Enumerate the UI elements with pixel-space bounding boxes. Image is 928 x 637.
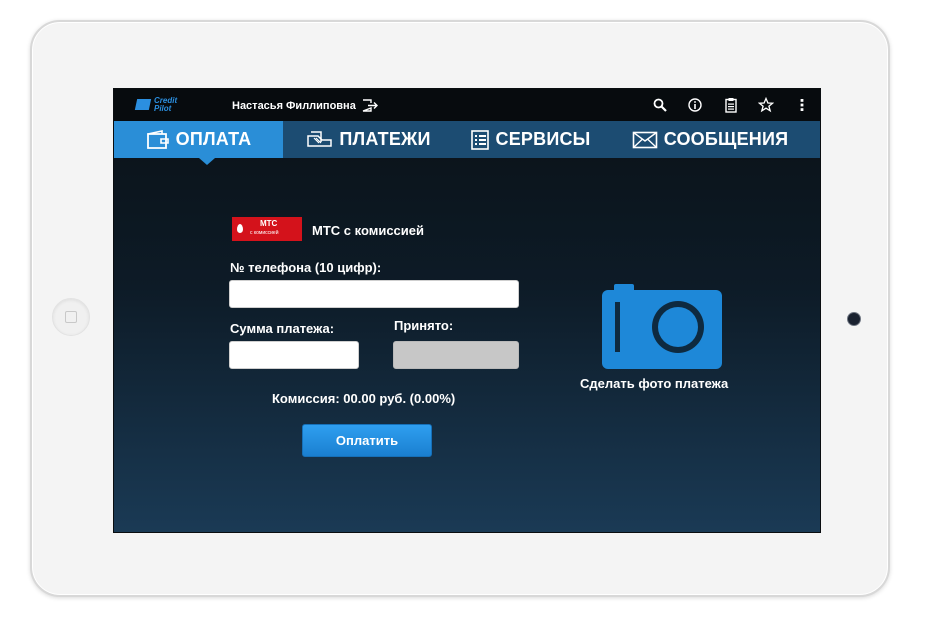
logo-mark (134, 99, 152, 110)
tab-payment-label: ОПЛАТА (175, 129, 252, 149)
photo-label: Сделать фото платежа (580, 376, 729, 391)
operator-logo: МТС с комиссией (232, 217, 302, 241)
overflow-menu-icon[interactable] (794, 97, 810, 113)
clipboard-icon[interactable] (723, 97, 739, 113)
logo-text: Credit Pilot (154, 97, 177, 113)
info-icon[interactable] (687, 97, 703, 113)
tab-services-label: СЕРВИСЫ (495, 129, 591, 149)
amount-input[interactable] (229, 341, 359, 369)
tab-messages[interactable]: СООБЩЕНИЯ (605, 121, 815, 158)
commission-text: Комиссия: 00.00 руб. (0.00%) (272, 391, 456, 406)
tab-payments-label: ПЛАТЕЖИ (339, 129, 431, 149)
operator-title: МТС с комиссией (312, 223, 424, 238)
logo-text-line2: Pilot (154, 104, 172, 113)
amount-label: Сумма платежа: (230, 321, 335, 336)
operator-logo-sub: с комиссией (250, 230, 279, 236)
wallet-icon (146, 129, 169, 149)
front-camera (847, 312, 861, 326)
tab-services[interactable]: СЕРВИСЫ (455, 121, 605, 158)
star-icon[interactable] (758, 97, 774, 113)
app-screen: Credit Pilot Настасья Филлиповна ОПЛАТА … (113, 88, 821, 533)
accepted-input (393, 341, 519, 369)
list-icon (470, 129, 489, 150)
active-tab-pointer (199, 158, 215, 165)
envelope-icon (632, 131, 658, 148)
logout-icon[interactable] (362, 99, 378, 112)
action-bar: Credit Pilot Настасья Филлиповна (114, 89, 820, 121)
accepted-label: Принято: (394, 318, 454, 333)
operator-logo-name: МТС (260, 219, 278, 228)
home-button[interactable] (52, 298, 90, 336)
tab-payments[interactable]: ПЛАТЕЖИ (283, 121, 455, 158)
app-logo: Credit Pilot (134, 97, 180, 115)
user-name: Настасья Филлиповна (232, 100, 356, 112)
tab-messages-label: СООБЩЕНИЯ (663, 129, 789, 149)
pay-button[interactable]: Оплатить (302, 424, 432, 457)
tab-payment[interactable]: ОПЛАТА (114, 121, 283, 158)
tab-bar: ОПЛАТА ПЛАТЕЖИ СЕРВИСЫ СООБЩЕНИЯ (114, 121, 820, 158)
phone-label: № телефона (10 цифр): (230, 260, 382, 275)
camera-icon[interactable] (602, 284, 722, 369)
payments-icon (307, 130, 333, 147)
mts-egg-icon (237, 224, 243, 233)
search-icon[interactable] (652, 97, 668, 113)
phone-input[interactable] (229, 280, 519, 308)
